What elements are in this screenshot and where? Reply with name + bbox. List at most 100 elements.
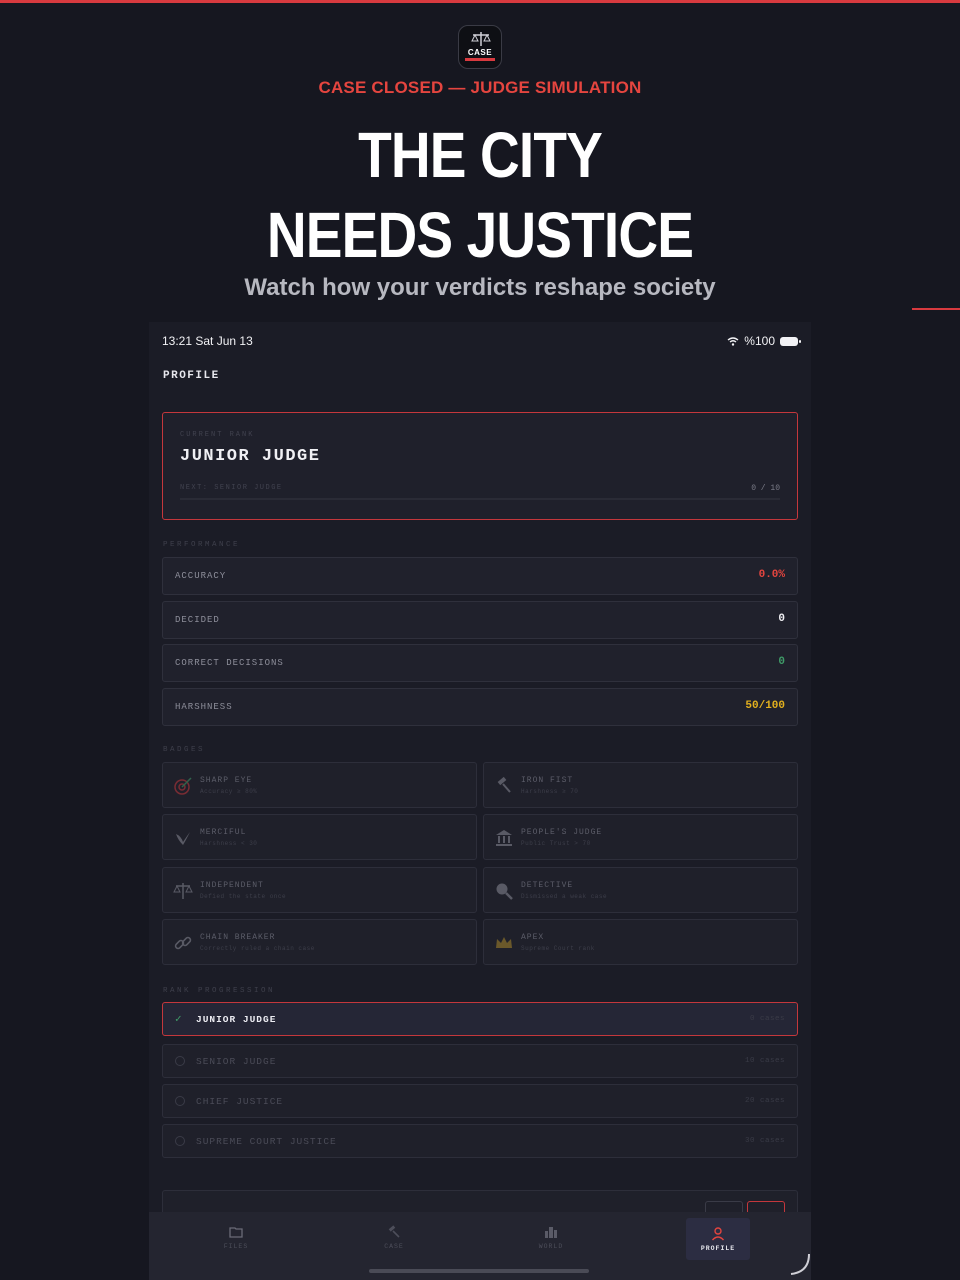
badge-apex[interactable]: APEX Supreme Court rank: [483, 919, 798, 965]
stat-value: 0: [778, 613, 785, 625]
rank-cases: 30 cases: [744, 1137, 785, 1145]
current-rank-card: CURRENT RANK JUNIOR JUDGE NEXT: SENIOR J…: [162, 412, 798, 520]
badge-name: INDEPENDENT: [200, 881, 264, 890]
tab-label: WORLD: [538, 1243, 564, 1250]
scales-icon: [173, 883, 193, 899]
badge-desc: Harshness < 30: [200, 840, 258, 847]
rank-row-senior-judge: SENIOR JUDGE 10 cases: [162, 1044, 798, 1078]
headline-line1: THE CITY: [358, 119, 603, 191]
badge-merciful[interactable]: MERCIFUL Harshness < 30: [162, 814, 477, 860]
folder-icon: [229, 1227, 243, 1238]
badge-detective[interactable]: DETECTIVE Dismissed a weak case: [483, 867, 798, 913]
device-screen: 13:21 Sat Jun 13 %100 PROFILE CURRENT RA…: [149, 322, 811, 1280]
tab-label: CASE: [384, 1243, 404, 1250]
user-icon: [711, 1227, 725, 1241]
side-accent-mark: [912, 308, 960, 310]
promo-subheadline: Watch how your verdicts reshape society: [244, 274, 716, 301]
badge-name: CHAIN BREAKER: [200, 933, 276, 942]
app-icon-text: CASE: [467, 48, 493, 57]
rank-name: CHIEF JUSTICE: [196, 1096, 284, 1107]
tab-world[interactable]: WORLD: [518, 1212, 584, 1268]
rank-row-chief-justice: CHIEF JUSTICE 20 cases: [162, 1084, 798, 1118]
stat-correct-decisions: CORRECT DECISIONS 0: [162, 644, 798, 682]
app-icon-bar: [465, 58, 495, 61]
current-rank-label: CURRENT RANK: [180, 431, 255, 439]
stat-accuracy: ACCURACY 0.0%: [162, 557, 798, 595]
stat-key: ACCURACY: [175, 571, 227, 581]
badge-sharp-eye[interactable]: SHARP EYE Accuracy ≥ 80%: [162, 762, 477, 808]
stat-harshness: HARSHNESS 50/100: [162, 688, 798, 726]
rank-cases: 0 cases: [749, 1015, 785, 1023]
tab-case[interactable]: CASE: [361, 1212, 427, 1268]
badge-desc: Harshness ≥ 70: [521, 788, 579, 795]
device-corner: [790, 1254, 810, 1275]
home-indicator: [369, 1269, 589, 1273]
promo-kicker: CASE CLOSED — JUDGE SIMULATION: [318, 78, 642, 97]
rank-cases: 10 cases: [744, 1057, 785, 1065]
rank-progression-section-label: RANK PROGRESSION: [163, 987, 276, 995]
dove-icon: [176, 832, 190, 845]
battery-percent: %100: [744, 334, 775, 348]
magnifier-icon: [496, 883, 513, 900]
stat-key: DECIDED: [175, 615, 220, 625]
gavel-icon: [497, 776, 511, 793]
empty-circle-icon: [175, 1096, 185, 1106]
app-icon: CASE: [458, 25, 502, 69]
badge-name: IRON FIST: [521, 776, 574, 785]
badge-name: SHARP EYE: [200, 776, 253, 785]
stat-key: HARSHNESS: [175, 702, 233, 712]
badge-name: DETECTIVE: [521, 881, 574, 890]
status-time: 13:21 Sat Jun 13: [162, 334, 253, 348]
city-icon: [545, 1227, 557, 1238]
badge-independent[interactable]: INDEPENDENT Defied the state once: [162, 867, 477, 913]
badge-desc: Public Trust > 70: [521, 840, 591, 847]
badge-desc: Accuracy ≥ 80%: [200, 788, 258, 795]
badge-chain-breaker[interactable]: CHAIN BREAKER Correctly ruled a chain ca…: [162, 919, 477, 965]
stat-key: CORRECT DECISIONS: [175, 658, 284, 668]
gavel-icon: [388, 1225, 400, 1238]
badge-desc: Supreme Court rank: [521, 945, 595, 952]
courthouse-icon: [496, 830, 512, 846]
badge-desc: Correctly ruled a chain case: [200, 945, 315, 952]
rank-row-junior-judge: ✓ JUNIOR JUDGE 0 cases: [162, 1002, 798, 1036]
top-accent-line: [0, 0, 960, 3]
badge-peoples-judge[interactable]: PEOPLE'S JUDGE Public Trust > 70: [483, 814, 798, 860]
badge-name: APEX: [521, 933, 545, 942]
next-rank-label: NEXT: SENIOR JUDGE: [180, 484, 283, 492]
tab-files[interactable]: FILES: [203, 1212, 269, 1268]
tab-profile[interactable]: PROFILE: [686, 1218, 750, 1260]
performance-section-label: PERFORMANCE: [163, 541, 241, 549]
stat-value: 50/100: [745, 700, 785, 712]
badge-name: MERCIFUL: [200, 828, 247, 837]
chain-icon: [174, 936, 192, 950]
stat-value: 0.0%: [758, 569, 785, 581]
page-title: PROFILE: [163, 370, 220, 382]
empty-circle-icon: [175, 1056, 185, 1066]
badge-desc: Dismissed a weak case: [521, 893, 608, 900]
crown-icon: [496, 937, 512, 948]
check-icon: ✓: [175, 1014, 182, 1026]
empty-circle-icon: [175, 1136, 185, 1146]
rank-name: JUNIOR JUDGE: [196, 1014, 277, 1025]
badges-section-label: BADGES: [163, 746, 206, 754]
rank-progress-count: 0 / 10: [751, 484, 780, 493]
headline-line2: NEEDS JUSTICE: [266, 199, 694, 271]
rank-row-supreme-court-justice: SUPREME COURT JUSTICE 30 cases: [162, 1124, 798, 1158]
rank-cases: 20 cases: [744, 1097, 785, 1105]
tab-label: FILES: [223, 1243, 249, 1250]
rank-name: SUPREME COURT JUSTICE: [196, 1136, 337, 1147]
rank-progress-bar: [180, 498, 780, 500]
badge-name: PEOPLE'S JUDGE: [521, 828, 603, 837]
badge-iron-fist[interactable]: IRON FIST Harshness ≥ 70: [483, 762, 798, 808]
tab-label: PROFILE: [700, 1245, 736, 1252]
wifi-icon: [727, 336, 739, 346]
current-rank-value: JUNIOR JUDGE: [180, 447, 321, 466]
target-icon: [174, 777, 192, 795]
scales-icon: [471, 32, 491, 46]
rank-name: SENIOR JUDGE: [196, 1056, 277, 1067]
badge-desc: Defied the state once: [200, 893, 287, 900]
status-indicators: %100: [727, 334, 801, 348]
stat-value: 0: [778, 656, 785, 668]
battery-icon: [780, 336, 801, 346]
stat-decided: DECIDED 0: [162, 601, 798, 639]
